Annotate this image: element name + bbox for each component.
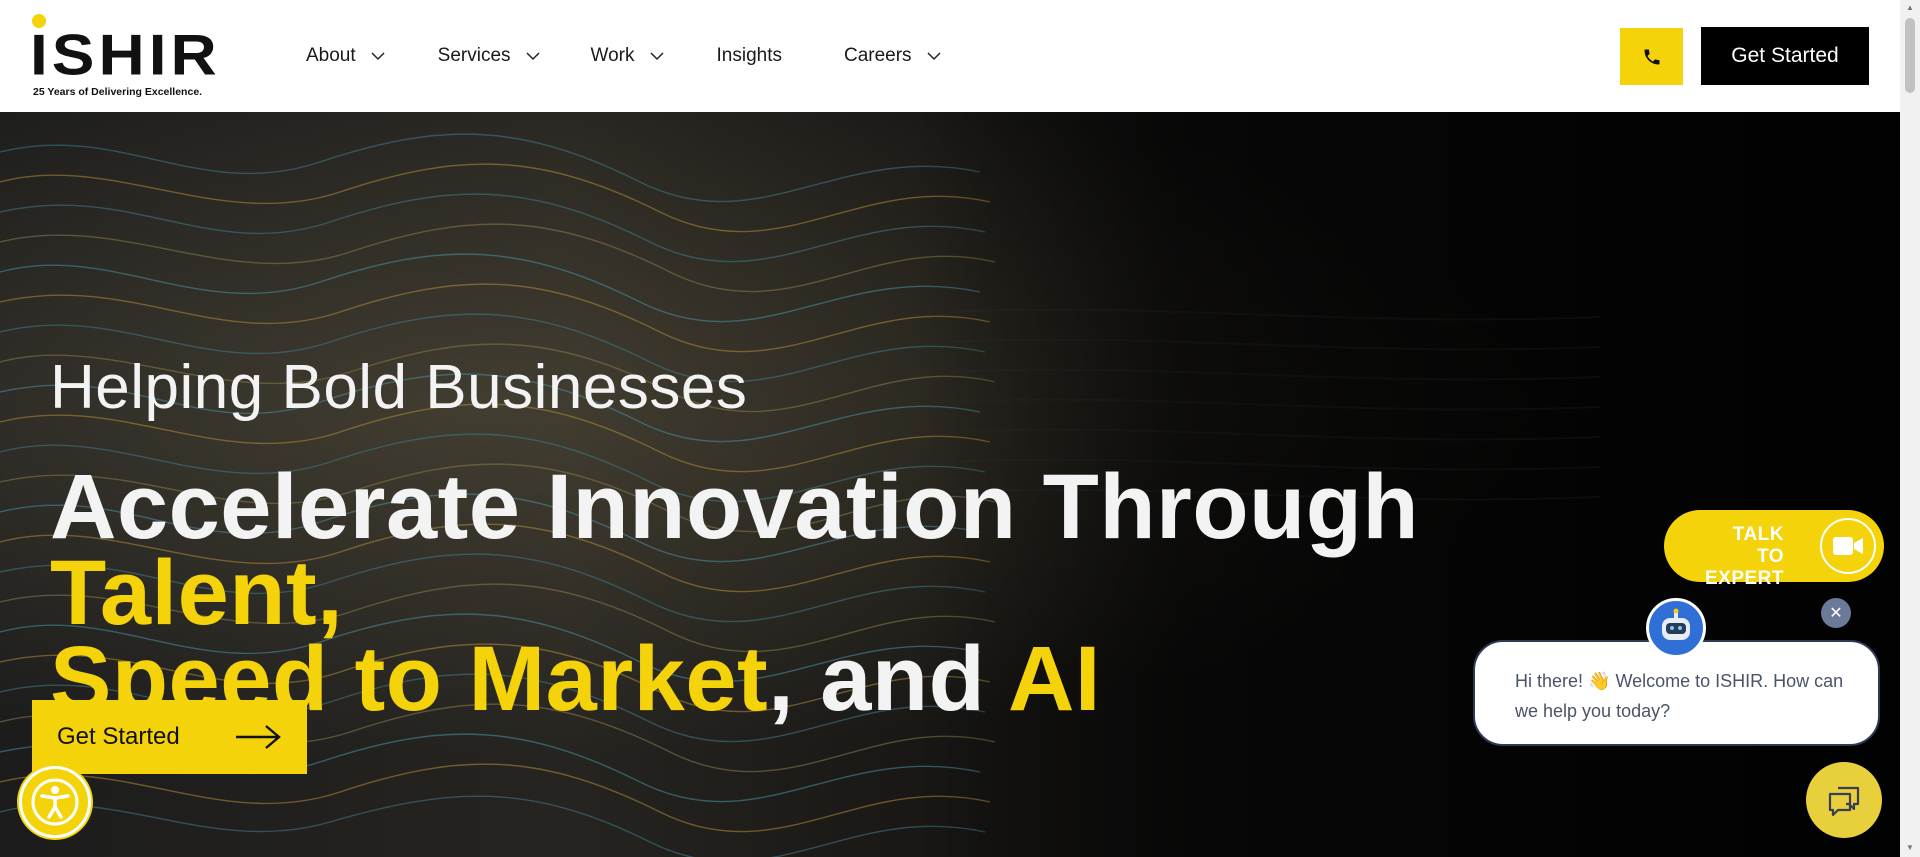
site-header: ISHIR 25 Years of Delivering Excellence.…: [0, 0, 1900, 112]
get-started-header-button[interactable]: Get Started: [1701, 27, 1869, 85]
chevron-down-icon: [927, 52, 941, 61]
accessibility-button[interactable]: [19, 766, 91, 838]
talk-line1: TALK TO: [1732, 524, 1784, 567]
nav-item-services[interactable]: Services: [438, 45, 541, 67]
scrollbar-thumb[interactable]: [1905, 18, 1915, 93]
nav-item-insights[interactable]: Insights: [717, 45, 782, 67]
hero-title-part2: , and: [768, 628, 1008, 730]
chevron-down-icon: [371, 52, 385, 61]
ishir-logo[interactable]: ISHIR 25 Years of Delivering Excellence.: [30, 14, 220, 100]
logo-tagline: 25 Years of Delivering Excellence.: [33, 86, 203, 98]
get-started-hero-button[interactable]: Get Started: [32, 700, 307, 774]
open-chat-button[interactable]: [1806, 762, 1882, 838]
nav-item-label: Services: [437, 45, 511, 66]
logo-wordmark: ISHIR: [30, 22, 221, 88]
page-scrollbar[interactable]: ▲ ▼: [1900, 0, 1920, 857]
talk-to-expert-button[interactable]: TALK TO EXPERT: [1664, 510, 1884, 589]
phone-button[interactable]: [1620, 28, 1683, 85]
video-camera-icon: [1820, 518, 1876, 574]
hero-cta-label: Get Started: [57, 723, 180, 750]
scroll-down-arrow-icon[interactable]: ▼: [1906, 843, 1914, 852]
close-chat-button[interactable]: ✕: [1821, 598, 1851, 628]
nav-item-label: Work: [590, 45, 635, 66]
nav-item-about[interactable]: About: [306, 45, 386, 67]
nav-item-label: About: [306, 45, 356, 66]
chat-icon: [1828, 786, 1860, 817]
scroll-up-arrow-icon[interactable]: ▲: [1906, 3, 1914, 12]
nav-item-label: Careers: [843, 45, 912, 66]
hero-subtitle: Helping Bold Businesses: [50, 353, 748, 422]
talk-to-expert-label: TALK TO EXPERT: [1700, 524, 1784, 590]
main-nav: About Services Work Insights Careers: [306, 0, 994, 112]
robot-icon: [1662, 608, 1690, 640]
arrow-right-icon: [236, 725, 281, 749]
nav-item-careers[interactable]: Careers: [844, 45, 942, 67]
accessibility-icon: [31, 778, 79, 826]
nav-item-work[interactable]: Work: [591, 45, 665, 67]
chevron-down-icon: [525, 52, 540, 61]
hero-title-highlight-ai: AI: [1007, 628, 1101, 730]
chevron-down-icon: [649, 52, 664, 61]
phone-icon: [1644, 49, 1659, 64]
talk-line2: EXPERT: [1704, 568, 1784, 589]
nav-item-label: Insights: [716, 45, 782, 66]
hero-title: Accelerate Innovation Through Talent, Spe…: [50, 461, 1650, 725]
chatbot-avatar: [1646, 598, 1706, 658]
